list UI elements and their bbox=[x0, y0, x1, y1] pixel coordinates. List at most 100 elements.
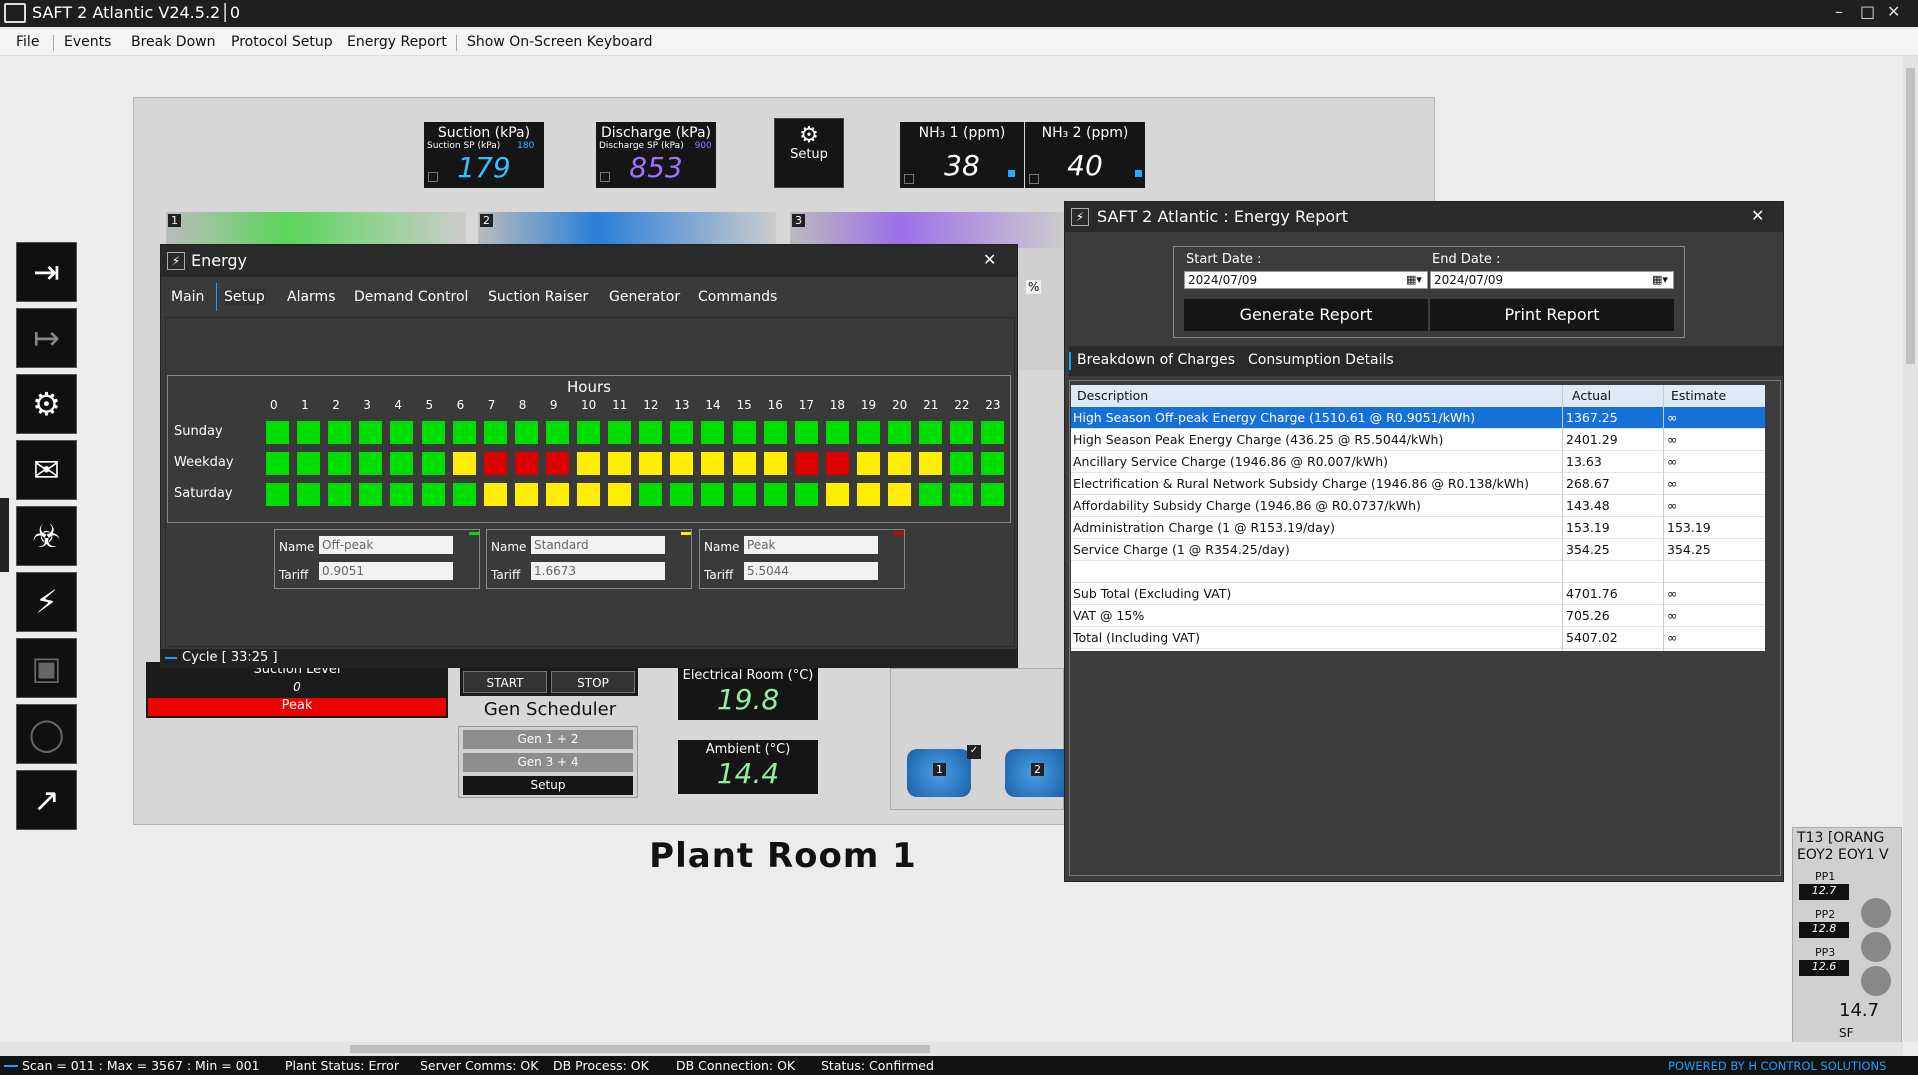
hour-cell[interactable] bbox=[266, 483, 289, 506]
tab-setup[interactable]: Setup bbox=[224, 289, 265, 305]
hour-cell[interactable] bbox=[701, 452, 725, 475]
peak-tariff-field[interactable]: 5.5044 bbox=[744, 562, 878, 580]
menu-file[interactable]: File bbox=[16, 34, 39, 50]
table-row[interactable] bbox=[1071, 561, 1765, 583]
table-row[interactable]: Sub Total (Excluding VAT) 4701.76 ∞ bbox=[1071, 583, 1765, 605]
vertical-scroll-thumb[interactable] bbox=[1906, 68, 1915, 364]
hour-cell[interactable] bbox=[639, 421, 663, 444]
hour-cell[interactable] bbox=[266, 452, 289, 475]
hour-cell[interactable] bbox=[421, 421, 445, 444]
hour-cell[interactable] bbox=[452, 483, 476, 506]
hour-cell[interactable] bbox=[732, 483, 756, 506]
save-button[interactable]: ▣ bbox=[16, 638, 77, 698]
hour-cell[interactable] bbox=[608, 421, 632, 444]
hour-cell[interactable] bbox=[981, 421, 1005, 444]
hour-cell[interactable] bbox=[701, 421, 725, 444]
table-row[interactable]: Affordability Subsidy Charge (1946.86 @ … bbox=[1071, 495, 1765, 517]
hour-cell[interactable] bbox=[483, 421, 507, 444]
close-icon[interactable]: ✕ bbox=[1751, 206, 1764, 225]
refresh-button[interactable]: ◯ bbox=[16, 704, 77, 764]
hour-cell[interactable] bbox=[359, 421, 383, 444]
hour-cell[interactable] bbox=[545, 452, 569, 475]
hour-cell[interactable] bbox=[888, 452, 911, 475]
login-button[interactable]: ⇥ bbox=[16, 242, 77, 302]
maximize-icon[interactable]: □ bbox=[1860, 2, 1875, 21]
hour-cell[interactable] bbox=[328, 483, 352, 506]
hour-cell[interactable] bbox=[577, 421, 600, 444]
hour-cell[interactable] bbox=[359, 452, 383, 475]
calendar-icon[interactable]: ▦▾ bbox=[1406, 273, 1422, 286]
hour-cell[interactable] bbox=[421, 452, 445, 475]
tab-generator[interactable]: Generator bbox=[609, 289, 680, 305]
hour-cell[interactable] bbox=[359, 483, 383, 506]
hour-cell[interactable] bbox=[950, 483, 974, 506]
hour-cell[interactable] bbox=[577, 452, 600, 475]
table-row[interactable]: Electrification & Rural Network Subsidy … bbox=[1071, 473, 1765, 495]
menu-events[interactable]: Events bbox=[64, 34, 111, 50]
hour-cell[interactable] bbox=[919, 452, 943, 475]
gen-1-2-button[interactable]: Gen 1 + 2 bbox=[463, 730, 633, 749]
pump-2[interactable]: 2 bbox=[1005, 749, 1065, 797]
hour-cell[interactable] bbox=[919, 483, 943, 506]
hour-cell[interactable] bbox=[328, 452, 352, 475]
hour-cell[interactable] bbox=[856, 452, 880, 475]
external-button[interactable]: ↗ bbox=[16, 770, 77, 830]
messages-button[interactable]: ✉ bbox=[16, 440, 77, 500]
hour-cell[interactable] bbox=[608, 483, 632, 506]
hour-cell[interactable] bbox=[950, 452, 974, 475]
table-row[interactable]: VAT @ 15% 705.26 ∞ bbox=[1071, 605, 1765, 627]
hour-cell[interactable] bbox=[763, 421, 787, 444]
side-handle[interactable] bbox=[0, 498, 9, 572]
hour-cell[interactable] bbox=[950, 421, 974, 444]
logout-button[interactable]: ↦ bbox=[16, 308, 77, 368]
peak-name-field[interactable]: Peak bbox=[744, 536, 878, 554]
gen-setup-button[interactable]: Setup bbox=[463, 776, 633, 795]
menu-energy-report[interactable]: Energy Report bbox=[347, 34, 447, 50]
hour-cell[interactable] bbox=[763, 452, 787, 475]
table-row[interactable]: Administration Charge (1 @ R153.19/day) 1… bbox=[1071, 517, 1765, 539]
hour-cell[interactable] bbox=[452, 452, 476, 475]
hour-cell[interactable] bbox=[732, 452, 756, 475]
hour-cell[interactable] bbox=[483, 483, 507, 506]
offpeak-tariff-field[interactable]: 0.9051 bbox=[319, 562, 453, 580]
hour-cell[interactable] bbox=[825, 421, 849, 444]
setup-button[interactable]: ⚙ Setup bbox=[774, 118, 844, 188]
hour-cell[interactable] bbox=[670, 452, 694, 475]
compressor-1[interactable]: 1 bbox=[166, 212, 466, 248]
hour-cell[interactable] bbox=[297, 452, 321, 475]
vertical-scrollbar[interactable] bbox=[1903, 56, 1918, 1042]
menu-show-keyboard[interactable]: Show On-Screen Keyboard bbox=[467, 34, 653, 50]
tab-main[interactable]: Main bbox=[171, 289, 204, 305]
tab-demand-control[interactable]: Demand Control bbox=[354, 289, 468, 305]
compressor-3[interactable]: 3 bbox=[790, 212, 1064, 248]
hour-cell[interactable] bbox=[763, 483, 787, 506]
offpeak-name-field[interactable]: Off-peak bbox=[319, 536, 453, 554]
hour-cell[interactable] bbox=[981, 452, 1005, 475]
hour-cell[interactable] bbox=[297, 483, 321, 506]
hour-cell[interactable] bbox=[390, 421, 414, 444]
table-row[interactable]: Ancillary Service Charge (1946.86 @ R0.0… bbox=[1071, 451, 1765, 473]
tab-alarms[interactable]: Alarms bbox=[287, 289, 336, 305]
pump-1[interactable]: 1 bbox=[907, 749, 971, 797]
hour-cell[interactable] bbox=[328, 421, 352, 444]
user-settings-button[interactable]: ⚙ bbox=[16, 374, 77, 434]
hour-cell[interactable] bbox=[297, 421, 321, 444]
standard-name-field[interactable]: Standard bbox=[531, 536, 665, 554]
hour-cell[interactable] bbox=[794, 452, 818, 475]
menu-protocol-setup[interactable]: Protocol Setup bbox=[231, 34, 333, 50]
tab-consumption-details[interactable]: Consumption Details bbox=[1248, 352, 1394, 368]
compressor-2[interactable]: 2 bbox=[478, 212, 776, 248]
hour-cell[interactable] bbox=[514, 452, 538, 475]
hour-cell[interactable] bbox=[732, 421, 756, 444]
table-row[interactable]: High Season Peak Energy Charge (436.25 @… bbox=[1071, 429, 1765, 451]
menu-break-down[interactable]: Break Down bbox=[131, 34, 215, 50]
hour-cell[interactable] bbox=[825, 452, 849, 475]
hour-cell[interactable] bbox=[670, 421, 694, 444]
minimize-icon[interactable]: – bbox=[1835, 2, 1843, 21]
hour-cell[interactable] bbox=[545, 483, 569, 506]
hour-cell[interactable] bbox=[577, 483, 600, 506]
horizontal-scrollbar[interactable] bbox=[0, 1042, 1903, 1056]
energy-button[interactable]: ⚡ bbox=[16, 572, 77, 632]
hour-cell[interactable] bbox=[639, 452, 663, 475]
standard-tariff-field[interactable]: 1.6673 bbox=[531, 562, 665, 580]
